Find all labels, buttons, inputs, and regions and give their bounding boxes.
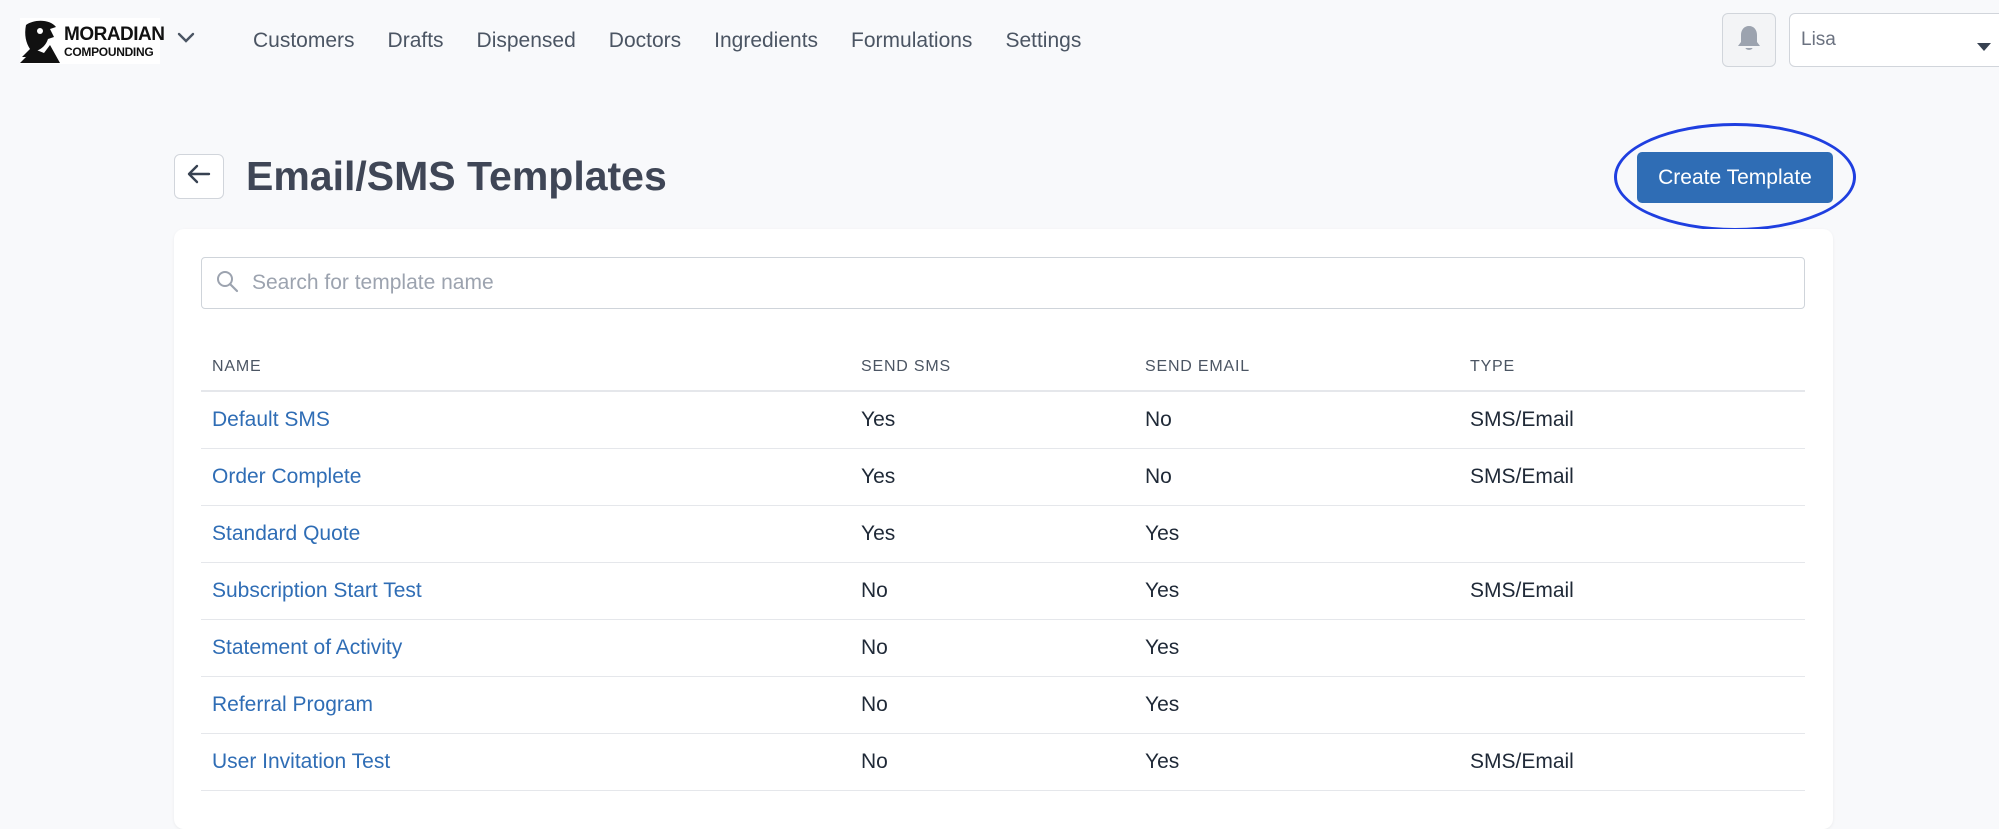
column-header-type[interactable]: TYPE: [1459, 344, 1805, 392]
main-nav: Customers Drafts Dispensed Doctors Ingre…: [253, 24, 1114, 58]
template-name-link[interactable]: Referral Program: [201, 676, 850, 734]
send-email-value: Yes: [1134, 505, 1459, 563]
brand-logo[interactable]: MORADIAN COMPOUNDING: [20, 18, 165, 64]
table-row[interactable]: Standard Quote Yes Yes: [201, 505, 1805, 563]
column-header-send-sms[interactable]: SEND SMS: [850, 344, 1134, 392]
templates-card: NAME SEND SMS SEND EMAIL TYPE Default SM…: [174, 229, 1833, 829]
send-sms-value: Yes: [850, 391, 1134, 449]
send-sms-value: No: [850, 619, 1134, 677]
nav-item-settings[interactable]: Settings: [1005, 24, 1081, 58]
search-box: [201, 257, 1805, 309]
nav-item-drafts[interactable]: Drafts: [388, 24, 444, 58]
column-header-name[interactable]: NAME: [201, 344, 850, 392]
type-value: SMS/Email: [1459, 733, 1805, 791]
nav-item-customers[interactable]: Customers: [253, 24, 355, 58]
templates-table: NAME SEND SMS SEND EMAIL TYPE Default SM…: [201, 344, 1805, 791]
table-row[interactable]: Referral Program No Yes: [201, 676, 1805, 734]
send-email-value: Yes: [1134, 562, 1459, 620]
nav-item-ingredients[interactable]: Ingredients: [714, 24, 818, 58]
send-sms-value: Yes: [850, 505, 1134, 563]
notifications-button[interactable]: [1722, 13, 1776, 67]
template-name-link[interactable]: Subscription Start Test: [201, 562, 850, 620]
table-row[interactable]: Order Complete Yes No SMS/Email: [201, 448, 1805, 506]
send-sms-value: No: [850, 676, 1134, 734]
send-email-value: No: [1134, 391, 1459, 449]
template-name-link[interactable]: Order Complete: [201, 448, 850, 506]
type-value: SMS/Email: [1459, 448, 1805, 506]
template-name-link[interactable]: User Invitation Test: [201, 733, 850, 791]
column-header-send-email[interactable]: SEND EMAIL: [1134, 344, 1459, 392]
template-name-link[interactable]: Statement of Activity: [201, 619, 850, 677]
send-email-value: Yes: [1134, 733, 1459, 791]
nav-item-doctors[interactable]: Doctors: [609, 24, 681, 58]
logo-mark-icon: [20, 19, 70, 63]
table-row[interactable]: Default SMS Yes No SMS/Email: [201, 391, 1805, 449]
table-row[interactable]: Subscription Start Test No Yes SMS/Email: [201, 562, 1805, 620]
type-value: [1459, 676, 1805, 734]
send-sms-value: Yes: [850, 448, 1134, 506]
arrow-left-icon: [187, 164, 211, 189]
table-row[interactable]: User Invitation Test No Yes SMS/Email: [201, 733, 1805, 791]
nav-item-formulations[interactable]: Formulations: [851, 24, 972, 58]
send-email-value: Yes: [1134, 619, 1459, 677]
search-input[interactable]: [252, 259, 1804, 307]
brand-name: MORADIAN: [64, 23, 165, 45]
chevron-down-icon: [177, 31, 195, 49]
type-value: SMS/Email: [1459, 391, 1805, 449]
type-value: [1459, 619, 1805, 677]
table-header-row: NAME SEND SMS SEND EMAIL TYPE: [201, 344, 1805, 392]
send-sms-value: No: [850, 733, 1134, 791]
nav-item-dispensed[interactable]: Dispensed: [477, 24, 576, 58]
send-sms-value: No: [850, 562, 1134, 620]
bell-icon: [1736, 24, 1762, 57]
template-name-link[interactable]: Standard Quote: [201, 505, 850, 563]
back-button[interactable]: [174, 154, 224, 199]
user-select[interactable]: Lisa: [1789, 13, 1999, 67]
user-name: Lisa: [1801, 29, 1836, 50]
brand-dropdown-button[interactable]: [174, 28, 198, 52]
send-email-value: Yes: [1134, 676, 1459, 734]
template-name-link[interactable]: Default SMS: [201, 391, 850, 449]
type-value: [1459, 505, 1805, 563]
caret-down-icon: [1977, 38, 1991, 56]
type-value: SMS/Email: [1459, 562, 1805, 620]
table-row[interactable]: Statement of Activity No Yes: [201, 619, 1805, 677]
create-template-button[interactable]: Create Template: [1637, 152, 1833, 203]
brand-subname: COMPOUNDING: [64, 44, 154, 59]
page-title: Email/SMS Templates: [246, 153, 667, 199]
top-navbar: MORADIAN COMPOUNDING Customers Drafts Di…: [0, 0, 1999, 82]
search-icon: [215, 269, 239, 298]
send-email-value: No: [1134, 448, 1459, 506]
